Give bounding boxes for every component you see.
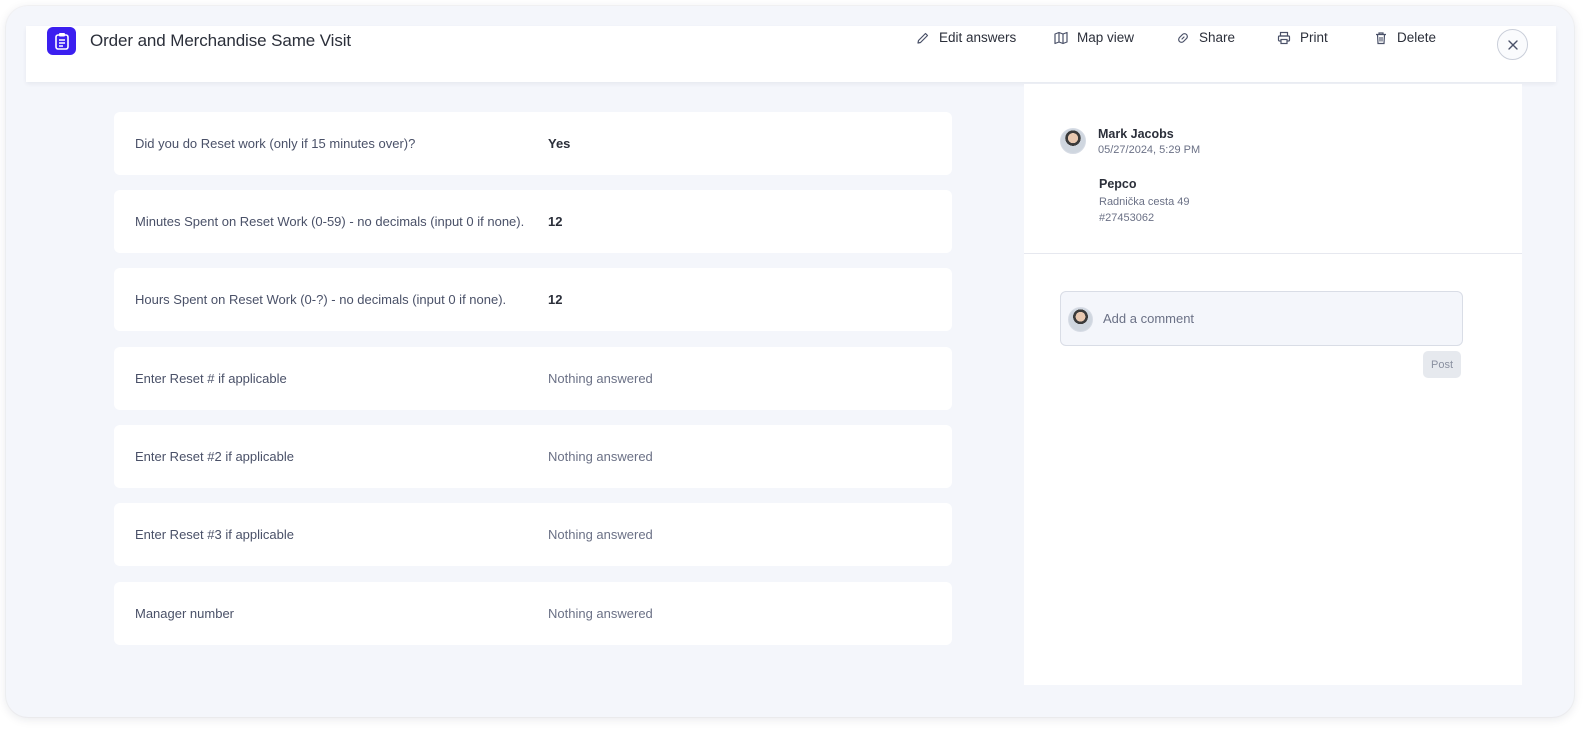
answer-value: Yes: [548, 136, 571, 151]
edit-answers-label: Edit answers: [939, 30, 1017, 45]
answer-value: 12: [548, 292, 563, 307]
answer-value: Nothing answered: [548, 606, 653, 621]
print-label: Print: [1300, 30, 1328, 45]
close-icon: [1507, 39, 1518, 50]
question-label: Manager number: [135, 606, 234, 621]
user-avatar: [1060, 128, 1086, 154]
comment-input[interactable]: Add a comment: [1060, 291, 1463, 346]
store-id: #27453062: [1099, 212, 1155, 224]
store-address: Radnička cesta 49: [1099, 196, 1190, 208]
store-name: Pepco: [1099, 177, 1137, 191]
question-label: Hours Spent on Reset Work (0-?) - no dec…: [135, 292, 507, 307]
question-label: Enter Reset # if applicable: [135, 371, 287, 386]
answer-row: Hours Spent on Reset Work (0-?) - no dec…: [114, 268, 952, 331]
edit-answers-button[interactable]: Edit answers: [916, 30, 1016, 45]
submission-modal: Order and Merchandise Same Visit Edit an…: [6, 6, 1574, 717]
modal-header: Order and Merchandise Same Visit Edit an…: [26, 26, 1556, 82]
print-button[interactable]: Print: [1277, 30, 1328, 45]
answer-value: 12: [548, 214, 563, 229]
printer-icon: [1277, 31, 1291, 44]
divider: [1024, 253, 1522, 254]
map-icon: [1054, 31, 1068, 44]
comment-placeholder: Add a comment: [1103, 311, 1195, 326]
answer-row: Enter Reset #2 if applicable Nothing ans…: [114, 425, 952, 488]
answer-row: Enter Reset # if applicable Nothing answ…: [114, 347, 952, 410]
header-actions: Edit answers Map view Share Print Delete: [26, 29, 1556, 60]
link-icon: [1178, 32, 1188, 43]
share-button[interactable]: Share: [1176, 30, 1235, 45]
question-label: Minutes Spent on Reset Work (0-59) - no …: [135, 214, 525, 229]
answer-value: Nothing answered: [548, 371, 653, 386]
commenter-avatar: [1068, 307, 1093, 332]
share-label: Share: [1199, 30, 1236, 45]
answer-row: Manager number Nothing answered: [114, 582, 952, 645]
question-label: Enter Reset #2 if applicable: [135, 449, 294, 464]
map-view-button[interactable]: Map view: [1054, 30, 1134, 45]
map-view-label: Map view: [1077, 30, 1135, 45]
answer-value: Nothing answered: [548, 449, 653, 464]
pencil-icon: [917, 32, 929, 44]
delete-button[interactable]: Delete: [1374, 30, 1436, 45]
submission-sidebar: Mark Jacobs 05/27/2024, 5:29 PM Pepco Ra…: [1024, 84, 1522, 685]
close-button[interactable]: [1497, 29, 1528, 60]
trash-icon: [1376, 31, 1386, 44]
answer-row: Did you do Reset work (only if 15 minute…: [114, 112, 952, 175]
user-name: Mark Jacobs: [1098, 127, 1174, 141]
delete-label: Delete: [1397, 30, 1437, 45]
answer-value: Nothing answered: [548, 527, 653, 542]
answer-row: Enter Reset #3 if applicable Nothing ans…: [114, 503, 952, 566]
submission-timestamp: 05/27/2024, 5:29 PM: [1098, 144, 1201, 156]
question-label: Did you do Reset work (only if 15 minute…: [135, 136, 416, 151]
post-button[interactable]: Post: [1423, 351, 1461, 378]
answer-row: Minutes Spent on Reset Work (0-59) - no …: [114, 190, 952, 253]
question-label: Enter Reset #3 if applicable: [135, 527, 294, 542]
